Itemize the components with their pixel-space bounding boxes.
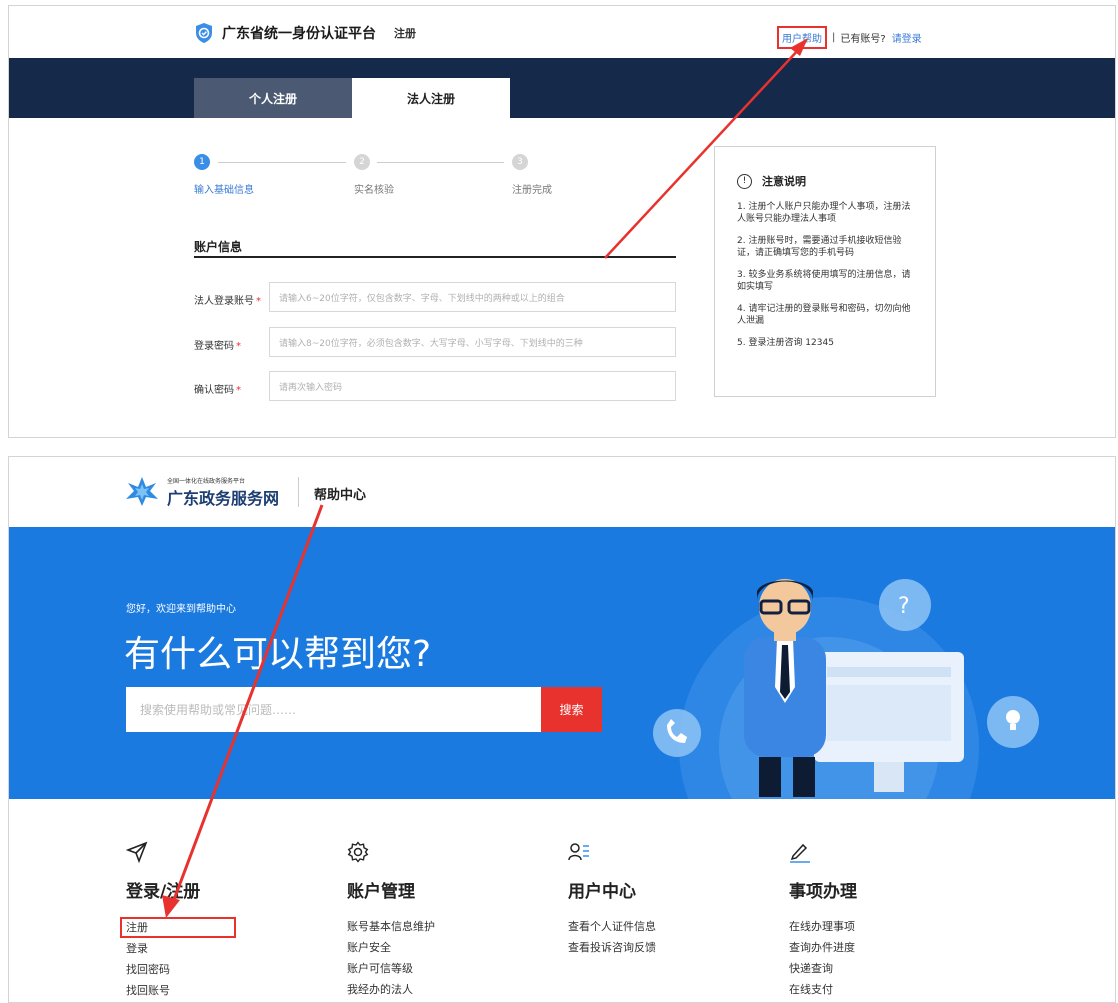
notice-item: 3. 较多业务系统将使用填写的注册信息，请如实填写 (737, 270, 911, 292)
info-icon: ! (737, 173, 752, 189)
gov-logo-icon[interactable] (124, 475, 160, 507)
section-title: 账户信息 (194, 240, 243, 254)
notice-item: 4. 请牢记注册的登录账号和密码，切勿向他人泄漏 (737, 304, 911, 326)
header-divider (298, 477, 299, 507)
required-mark: * (236, 385, 241, 396)
step-3: 3 注册完成 (512, 154, 552, 196)
site-name: 广东政务服务网 (167, 489, 280, 508)
has-account-text: 已有账号? (840, 34, 886, 45)
tab-legal-register[interactable]: 法人注册 (352, 78, 510, 118)
list-item[interactable]: 在线支付 (789, 979, 857, 1000)
notice-item: 1. 注册个人账户只能办理个人事项，注册法人账号只能办理法人事项 (737, 202, 911, 224)
recover-password-link[interactable]: 找回密码 (126, 959, 236, 980)
step-connector (218, 162, 346, 163)
registration-header: 广东省统一身份认证平台 注册 用户帮助 | 已有账号? 请登录 (9, 6, 1115, 58)
required-mark: * (256, 296, 261, 307)
shield-icon (196, 23, 212, 43)
step-2: 2 实名核验 (354, 154, 394, 196)
notice-title: 注意说明 (762, 175, 806, 188)
platform-caption: 全国一体化在线政务服务平台 (167, 478, 246, 485)
register-link[interactable]: 注册 (120, 917, 236, 938)
confirm-password-input[interactable]: 请再次输入密码 (269, 371, 676, 401)
field-label-text: 确认密码 (194, 385, 234, 396)
password-field-label: 登录密码 * (194, 337, 241, 352)
support-agent-illustration: ? (653, 579, 1039, 799)
banner-headline: 有什么可以帮到您? (124, 634, 432, 675)
help-search-input[interactable]: 搜索使用帮助或常见问题…… (126, 687, 541, 732)
required-mark: * (236, 341, 241, 352)
category-links: 在线办理事项 查询办件进度 快递查询 在线支付 (789, 916, 857, 1000)
user-help-link[interactable]: 用户帮助 (777, 26, 827, 49)
list-item[interactable]: 查询办件进度 (789, 937, 857, 958)
progress-steps: 1 输入基础信息 2 实名核验 3 注册完成 (194, 154, 564, 196)
list-item[interactable]: 账号基本信息维护 (347, 916, 435, 937)
screenshot-stage: 广东省统一身份认证平台 注册 用户帮助 | 已有账号? 请登录 个人注册 法人注… (0, 0, 1118, 1003)
list-item[interactable]: 查看个人证件信息 (568, 916, 656, 937)
notice-header: ! 注意说明 (737, 173, 919, 189)
account-field-label: 法人登录账号 * (194, 292, 261, 307)
brand-title: 广东省统一身份认证平台 (222, 26, 376, 42)
step-number: 2 (354, 154, 370, 170)
category-links: 账号基本信息维护 账户安全 账户可信等级 我经办的法人 (347, 916, 435, 1000)
category-affairs: 事项办理 在线办理事项 查询办件进度 快递查询 在线支付 (789, 841, 857, 1000)
bulb-icon (1006, 710, 1020, 724)
category-links: 注册 登录 找回密码 找回账号 (120, 916, 236, 1001)
step-label: 实名核验 (354, 185, 394, 196)
nav-bar (9, 58, 1115, 118)
section-divider (194, 256, 676, 258)
step-number: 3 (512, 154, 528, 170)
legal-account-input[interactable]: 请输入6~20位字符，仅包含数字、字母、下划线中的两种或以上的组合 (269, 282, 676, 312)
confirm-password-field-label: 确认密码 * (194, 381, 241, 396)
category-login-register: 登录/注册 注册 登录 找回密码 找回账号 (120, 841, 236, 1001)
brand: 广东省统一身份认证平台 注册 (194, 22, 416, 44)
login-link[interactable]: 请登录 (892, 30, 922, 45)
question-icon: ? (898, 594, 910, 619)
help-center-title: 帮助中心 (314, 488, 367, 503)
category-user-center: 用户中心 查看个人证件信息 查看投诉咨询反馈 (568, 841, 656, 958)
field-label-text: 登录密码 (194, 341, 234, 352)
step-label: 输入基础信息 (194, 185, 254, 196)
login-help-link[interactable]: 登录 (126, 938, 236, 959)
list-item: 注册 (120, 916, 236, 938)
welcome-text: 您好，欢迎来到帮助中心 (126, 604, 236, 615)
recover-account-link[interactable]: 找回账号 (126, 980, 236, 1001)
list-item[interactable]: 在线办理事项 (789, 916, 857, 937)
step-number: 1 (194, 154, 210, 170)
password-input[interactable]: 请输入8~20位字符，必须包含数字、大写字母、小写字母、下划线中的三种 (269, 327, 676, 357)
list-item[interactable]: 我经办的法人 (347, 979, 435, 1000)
category-title: 账户管理 (347, 882, 415, 902)
tab-personal-register[interactable]: 个人注册 (194, 78, 352, 118)
category-links: 查看个人证件信息 查看投诉咨询反馈 (568, 916, 656, 958)
notice-item: 2. 注册账号时，需要通过手机接收短信验证，请正确填写您的手机号码 (737, 236, 902, 258)
list-item[interactable]: 快递查询 (789, 958, 857, 979)
search-button[interactable]: 搜索 (541, 687, 602, 732)
category-title: 用户中心 (568, 882, 636, 902)
link-separator: | (832, 32, 836, 43)
list-item[interactable]: 账户安全 (347, 937, 435, 958)
help-categories: 登录/注册 注册 登录 找回密码 找回账号 账户管理 账号基本信息维护 账户安全 (9, 799, 1115, 1002)
field-label-text: 法人登录账号 (194, 296, 254, 307)
notice-box: ! 注意说明 1. 注册个人账户只能办理个人事项，注册法人账号只能办理法人事项 … (714, 146, 936, 397)
help-banner: 您好，欢迎来到帮助中心 有什么可以帮到您? 搜索使用帮助或常见问题…… 搜索 ? (9, 527, 1115, 799)
help-center-page: 全国一体化在线政务服务平台 广东政务服务网 帮助中心 您好，欢迎来到帮助中心 有… (8, 456, 1116, 1003)
user-list-icon (568, 843, 589, 861)
notice-item: 5. 登录注册咨询 12345 (737, 338, 834, 348)
step-connector (377, 162, 504, 163)
header-links: 用户帮助 | 已有账号? 请登录 (777, 26, 922, 49)
help-header: 全国一体化在线政务服务平台 广东政务服务网 帮助中心 (9, 457, 1115, 527)
send-icon (125, 841, 148, 864)
category-title: 事项办理 (789, 882, 857, 902)
gear-icon (347, 841, 369, 863)
category-account-management: 账户管理 账号基本信息维护 账户安全 账户可信等级 我经办的法人 (347, 841, 435, 1000)
step-label: 注册完成 (512, 185, 552, 196)
registration-page: 广东省统一身份认证平台 注册 用户帮助 | 已有账号? 请登录 个人注册 法人注… (8, 5, 1116, 438)
list-item[interactable]: 查看投诉咨询反馈 (568, 937, 656, 958)
step-1: 1 输入基础信息 (194, 154, 254, 196)
list-item[interactable]: 账户可信等级 (347, 958, 435, 979)
category-title: 登录/注册 (126, 882, 201, 902)
brand-subtitle: 注册 (394, 27, 416, 40)
pencil-icon (790, 843, 810, 863)
